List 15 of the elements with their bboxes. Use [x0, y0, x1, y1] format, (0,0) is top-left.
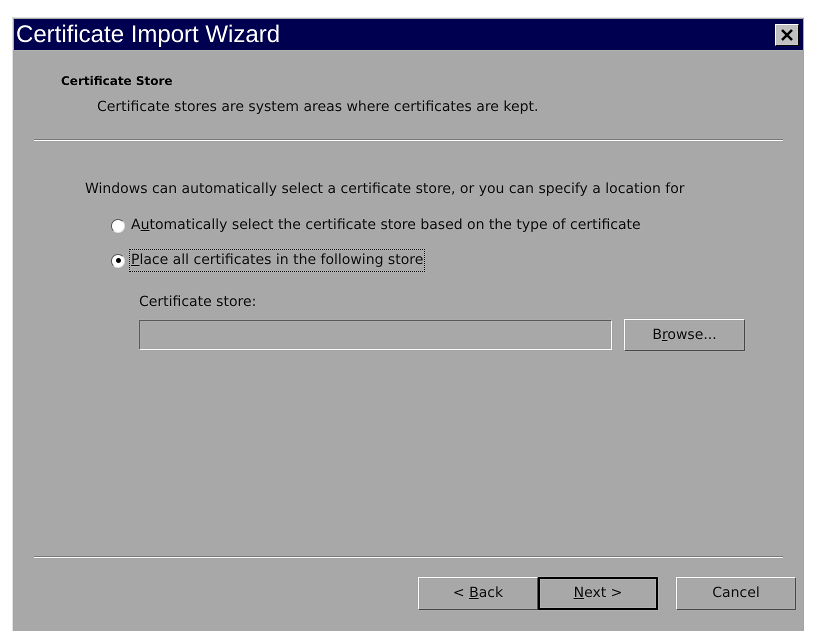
- field-label: Certificate store:: [139, 293, 258, 312]
- wizard-button[interactable]: Next >: [538, 577, 658, 610]
- close-button[interactable]: [775, 24, 799, 46]
- radio-button[interactable]: [111, 254, 125, 268]
- radio-label[interactable]: Automatically select the certificate store based on the type of certificate: [129, 214, 643, 237]
- page-description: Certificate stores are system areas where certificates are kept.: [97, 98, 540, 117]
- wizard-button[interactable]: < Back: [418, 577, 538, 610]
- browse-button[interactable]: Browse...: [624, 319, 745, 351]
- close-icon: [781, 28, 793, 40]
- page-heading: Certificate Store: [61, 73, 174, 90]
- instruction-text: Windows can automatically select a certificate store, or you can specify a location for: [85, 180, 686, 199]
- radio-label[interactable]: Place all certificates in the following store: [129, 249, 426, 272]
- radio-button[interactable]: [111, 218, 125, 232]
- wizard-button[interactable]: Cancel: [676, 577, 796, 610]
- window-title: Certificate Import Wizard: [16, 22, 280, 46]
